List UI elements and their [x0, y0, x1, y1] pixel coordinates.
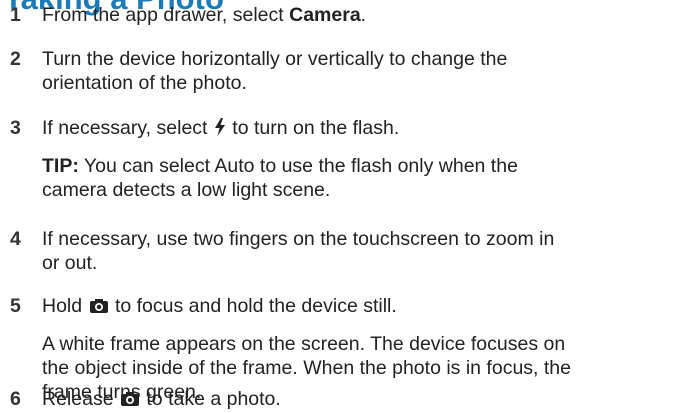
- camera-shutter-icon: [89, 296, 109, 320]
- tip-text: camera detects a low light scene.: [42, 179, 331, 201]
- camera-app-label: Camera: [289, 4, 361, 26]
- step-line: If necessary, use two fingers on the tou…: [42, 228, 555, 250]
- tip-text: You can select Auto to use the flash onl…: [78, 155, 518, 177]
- step-text: If necessary, use two fingers on the tou…: [42, 227, 692, 275]
- step-text-segment: to take a photo.: [140, 388, 281, 410]
- step-line: orientation of the photo.: [42, 72, 247, 94]
- flash-icon: [214, 118, 226, 142]
- step-number: 4: [10, 228, 21, 250]
- step-note: the object inside of the frame. When the…: [42, 357, 571, 379]
- tip-label: TIP:: [42, 155, 79, 177]
- step-text: Turn the device horizontally or vertical…: [42, 47, 692, 95]
- step-text-segment: If necessary, select: [42, 117, 213, 139]
- step-text: Release to take a photo.: [42, 387, 692, 413]
- step-text: From the app drawer, select Camera.: [42, 3, 692, 27]
- step-text-segment: Hold: [42, 295, 88, 317]
- step-line: or out.: [42, 252, 98, 274]
- step-text-segment: .: [360, 4, 367, 26]
- step-number: 6: [10, 388, 21, 410]
- step-number: 2: [10, 48, 21, 70]
- step-text-segment: Release: [42, 388, 119, 410]
- camera-shutter-icon: [120, 389, 140, 413]
- step-number: 5: [10, 295, 21, 317]
- step-text-segment: to turn on the flash.: [226, 117, 400, 139]
- step-line: Turn the device horizontally or vertical…: [42, 48, 508, 70]
- step-text-segment: From the app drawer, select: [42, 4, 290, 26]
- step-text-segment: to focus and hold the device still.: [109, 295, 397, 317]
- step-text: If necessary, select to turn on the flas…: [42, 116, 692, 202]
- step-number: 1: [10, 4, 21, 26]
- step-number: 3: [10, 117, 21, 139]
- step-note: A white frame appears on the screen. The…: [42, 333, 566, 355]
- tip-note: TIP: You can select Auto to use the flas…: [42, 154, 692, 178]
